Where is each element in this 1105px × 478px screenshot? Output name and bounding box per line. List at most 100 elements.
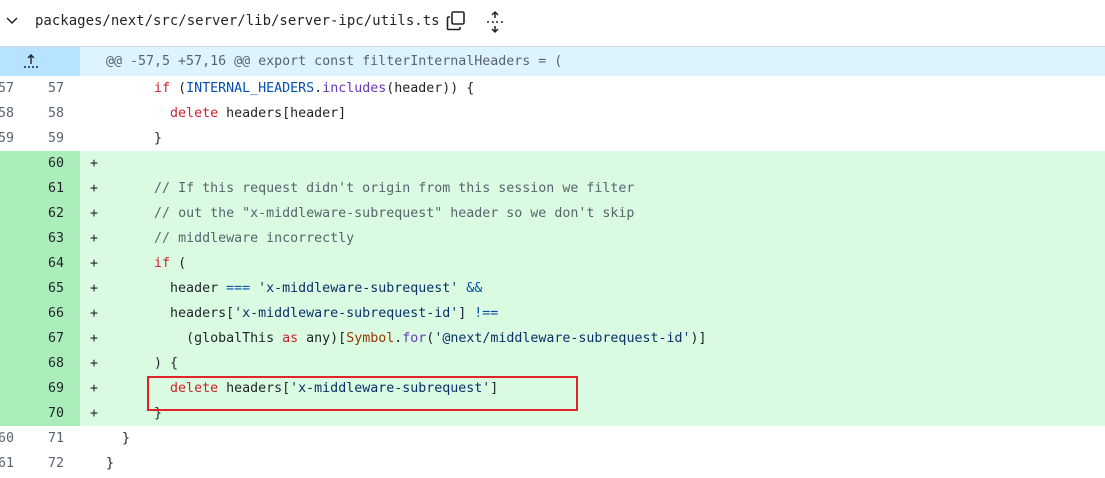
code-token: ===: [226, 281, 251, 296]
diff-line-added: 64 + if (: [0, 251, 1105, 276]
code-token: headers[header]: [218, 106, 347, 121]
unfold-icon[interactable]: [484, 10, 506, 34]
hunk-gutter: [0, 47, 80, 76]
addition-marker: +: [90, 206, 99, 221]
diff-line-added: 61 + // If this request didn't origin fr…: [0, 176, 1105, 201]
old-line-number[interactable]: 60: [0, 426, 14, 451]
new-line-number[interactable]: 66: [34, 301, 64, 326]
code-token: (header)) {: [386, 81, 475, 96]
old-line-number[interactable]: 57: [0, 76, 14, 101]
code-line: delete headers['x-middleware-subrequest'…: [106, 376, 498, 401]
new-line-number[interactable]: 58: [34, 101, 64, 126]
new-line-number[interactable]: 68: [34, 351, 64, 376]
diff-line-added: 67 + (globalThis as any)[Symbol.for('@ne…: [0, 326, 1105, 351]
hunk-header: @@ -57,5 +57,16 @@ export const filterIn…: [106, 54, 563, 69]
file-header: packages/next/src/server/lib/server-ipc/…: [0, 0, 1105, 47]
new-line-number[interactable]: 69: [34, 376, 64, 401]
addition-marker: +: [90, 331, 99, 346]
code-line: ) {: [106, 351, 178, 376]
copy-icon[interactable]: [445, 10, 467, 32]
diff-line-added: 63 + // middleware incorrectly: [0, 226, 1105, 251]
old-line-number[interactable]: 59: [0, 126, 14, 151]
code-string: 'x-middleware-subrequest': [258, 281, 459, 296]
fold-up-icon[interactable]: [22, 52, 40, 70]
old-line-number[interactable]: 58: [0, 101, 14, 126]
code-line: }: [106, 451, 114, 476]
code-comment: // If this request didn't origin from th…: [154, 181, 635, 196]
code-token: headers[: [218, 381, 291, 396]
code-token: ]: [490, 381, 499, 396]
code-line: // middleware incorrectly: [106, 226, 354, 251]
code-token: }: [154, 131, 163, 146]
code-token: (: [170, 81, 187, 96]
code-token: &&: [466, 281, 483, 296]
code-string: 'x-middleware-subrequest-id': [234, 306, 459, 321]
diff-line: 57 57 if (INTERNAL_HEADERS.includes(head…: [0, 76, 1105, 101]
addition-marker: +: [90, 156, 99, 171]
addition-marker: +: [90, 256, 99, 271]
new-line-number[interactable]: 62: [34, 201, 64, 226]
diff-line-added: 70 + }: [0, 401, 1105, 426]
new-line-number[interactable]: 65: [34, 276, 64, 301]
diff-line: 61 72 }: [0, 451, 1105, 476]
code-token: ) {: [154, 356, 179, 371]
new-line-number[interactable]: 67: [34, 326, 64, 351]
new-line-number[interactable]: 57: [34, 76, 64, 101]
code-token: .: [314, 81, 323, 96]
code-comment: // out the "x-middleware-subrequest" hea…: [154, 206, 635, 221]
code-line: (globalThis as any)[Symbol.for('@next/mi…: [106, 326, 707, 351]
code-string: 'x-middleware-subrequest': [290, 381, 491, 396]
code-token: Symbol: [346, 331, 395, 346]
code-token: as: [282, 331, 299, 346]
code-token: }: [106, 456, 115, 471]
code-line: }: [106, 401, 162, 426]
addition-marker: +: [90, 381, 99, 396]
diff-line: 58 58 delete headers[header]: [0, 101, 1105, 126]
new-line-number[interactable]: 63: [34, 226, 64, 251]
code-line: header === 'x-middleware-subrequest' &&: [106, 276, 482, 301]
code-string: '@next/middleware-subrequest-id': [434, 331, 691, 346]
diff-line: 59 59 }: [0, 126, 1105, 151]
diff-line-added: 65 + header === 'x-middleware-subrequest…: [0, 276, 1105, 301]
code-token: if: [154, 81, 171, 96]
code-token: headers[: [170, 306, 235, 321]
new-line-number[interactable]: 61: [34, 176, 64, 201]
code-line: headers['x-middleware-subrequest-id'] !=…: [106, 301, 498, 326]
new-line-number[interactable]: 72: [34, 451, 64, 476]
code-line: if (: [106, 251, 186, 276]
file-path[interactable]: packages/next/src/server/lib/server-ipc/…: [35, 13, 440, 29]
new-line-number[interactable]: 64: [34, 251, 64, 276]
diff-table: @@ -57,5 +57,16 @@ export const filterIn…: [0, 47, 1105, 476]
code-token: any)[: [298, 331, 347, 346]
new-line-number[interactable]: 71: [34, 426, 64, 451]
new-line-number[interactable]: 70: [34, 401, 64, 426]
new-line-number[interactable]: 59: [34, 126, 64, 151]
diff-line-added: 62 + // out the "x-middleware-subrequest…: [0, 201, 1105, 226]
code-token: INTERNAL_HEADERS: [186, 81, 315, 96]
code-token: }: [122, 431, 131, 446]
code-token: header: [170, 281, 227, 296]
code-line: }: [106, 426, 130, 451]
addition-marker: +: [90, 231, 99, 246]
code-line: }: [106, 126, 162, 151]
code-token: delete: [170, 381, 219, 396]
code-comment: // middleware incorrectly: [154, 231, 355, 246]
code-token: !==: [474, 306, 499, 321]
diff-line-added: 68 + ) {: [0, 351, 1105, 376]
diff-line-added: 69 + delete headers['x-middleware-subreq…: [0, 376, 1105, 401]
chevron-down-icon[interactable]: [4, 12, 20, 28]
code-token: )]: [690, 331, 707, 346]
addition-marker: +: [90, 181, 99, 196]
diff-line-added: 60 +: [0, 151, 1105, 176]
diff-line-added: 66 + headers['x-middleware-subrequest-id…: [0, 301, 1105, 326]
old-line-number[interactable]: 61: [0, 451, 14, 476]
addition-marker: +: [90, 306, 99, 321]
code-line: delete headers[header]: [106, 101, 346, 126]
new-line-number[interactable]: 60: [34, 151, 64, 176]
code-line: if (INTERNAL_HEADERS.includes(header)) {: [106, 76, 474, 101]
hunk-header-row: @@ -57,5 +57,16 @@ export const filterIn…: [0, 47, 1105, 76]
code-token: for: [402, 331, 427, 346]
code-token: if: [154, 256, 171, 271]
code-token: (: [170, 256, 187, 271]
